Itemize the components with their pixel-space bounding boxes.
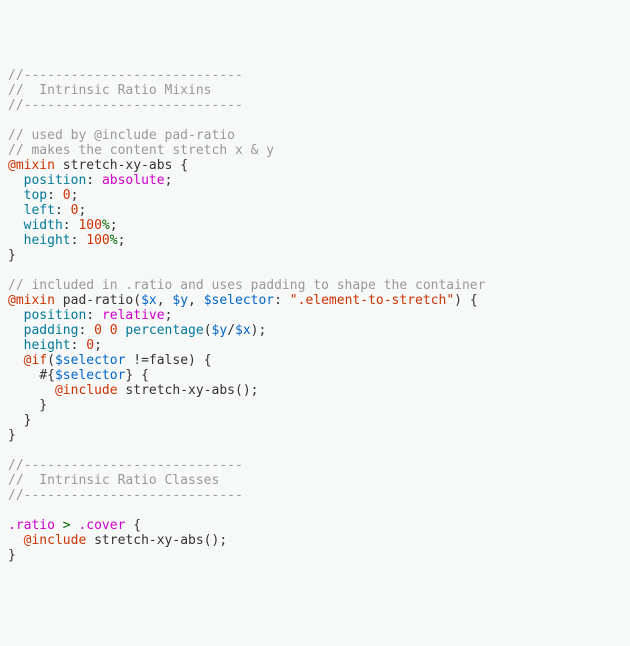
comment-used-by: // used by @include pad-ratio xyxy=(8,128,622,143)
close-brace: } xyxy=(8,248,622,263)
mixin-name-stretch: stretch-xy-abs { xyxy=(55,158,188,173)
comment-makes-content: // makes the content stretch x & y xyxy=(8,143,622,158)
comment-rule-bottom: //---------------------------- xyxy=(8,98,622,113)
at-mixin: @mixin xyxy=(8,158,55,173)
blank-line xyxy=(8,503,622,518)
prop-padding: padding: 0 0 percentage($y/$x); xyxy=(8,323,622,338)
prop-height-0: height: 0; xyxy=(8,338,622,353)
blank-line xyxy=(8,263,622,278)
comment-included-in: // included in .ratio and uses padding t… xyxy=(8,278,622,293)
prop-position-rel: position: relative; xyxy=(8,308,622,323)
comment-rule-bottom: //---------------------------- xyxy=(8,488,622,503)
include-stretch-2: @include stretch-xy-abs(); xyxy=(8,533,622,548)
prop-height-100: height: 100%; xyxy=(8,233,622,248)
blank-line xyxy=(8,443,622,458)
comment-rule-top: //---------------------------- xyxy=(8,68,622,83)
comment-title-mixins: // Intrinsic Ratio Mixins xyxy=(8,83,622,98)
at-if: @if($selector !=false) { xyxy=(8,353,622,368)
close-brace: } xyxy=(8,398,622,413)
mixin-pad-ratio-decl: @mixin pad-ratio($x, $y, $selector: ".el… xyxy=(8,293,622,308)
close-brace: } xyxy=(8,413,622,428)
prop-position-abs: position: absolute; xyxy=(8,173,622,188)
prop-top: top: 0; xyxy=(8,188,622,203)
prop-width: width: 100%; xyxy=(8,218,622,233)
mixin-stretch-decl: @mixin stretch-xy-abs { xyxy=(8,158,622,173)
interp-selector: #{$selector} { xyxy=(8,368,622,383)
comment-title-classes: // Intrinsic Ratio Classes xyxy=(8,473,622,488)
include-stretch-1: @include stretch-xy-abs(); xyxy=(8,383,622,398)
selector-ratio-cover: .ratio > .cover { xyxy=(8,518,622,533)
comment-rule-top: //---------------------------- xyxy=(8,458,622,473)
blank-line xyxy=(8,113,622,128)
close-brace: } xyxy=(8,548,622,563)
code-block: //----------------------------// Intrins… xyxy=(8,68,622,563)
prop-left: left: 0; xyxy=(8,203,622,218)
close-brace: } xyxy=(8,428,622,443)
